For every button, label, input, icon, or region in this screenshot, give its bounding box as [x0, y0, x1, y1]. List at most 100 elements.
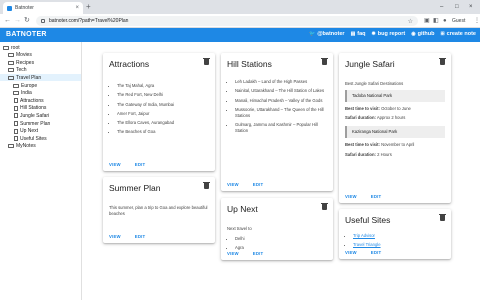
note-icon — [14, 98, 18, 104]
bookmark-star-icon[interactable]: ☆ — [408, 18, 413, 25]
edit-button[interactable]: EDIT — [253, 251, 264, 256]
park-name-box: Kaziranga National Park — [345, 126, 445, 139]
sidebar-item-jungle-safari[interactable]: Jungle Safari — [0, 112, 81, 119]
trash-icon[interactable] — [203, 57, 210, 65]
extensions-icon[interactable]: ▣ — [424, 16, 430, 26]
folder-icon — [8, 53, 14, 58]
sidebar-item-tech[interactable]: Tech — [0, 67, 81, 74]
list-item: The Gateway of India, Mumbai — [117, 102, 209, 108]
twitter-link[interactable]: 🐦 @batnoter — [309, 31, 345, 37]
folder-icon — [8, 68, 14, 73]
reload-icon[interactable]: ↻ — [24, 16, 30, 26]
browser-tab[interactable]: Batnoter × — [3, 2, 83, 14]
minimize-icon[interactable]: – — [440, 2, 443, 12]
view-button[interactable]: VIEW — [345, 250, 357, 255]
duration-label: Safari duration: — [345, 115, 376, 121]
list-item: Nainital, Uttarakhand – The Hill Station… — [235, 88, 327, 94]
card-body: Best Jungle Safari Destinations Tadoba N… — [345, 81, 445, 158]
view-button[interactable]: VIEW — [227, 251, 239, 256]
sidebar-item-movies[interactable]: Movies — [0, 52, 81, 59]
card-actions: VIEW EDIT — [227, 182, 263, 187]
sidebar-item-label: Summer Plan — [20, 120, 51, 127]
header-links: 🐦 @batnoter ▤ faq ✹ bug report ◉ github ⊞ cre… — [309, 31, 476, 37]
create-note-button[interactable]: ⊞ create note — [440, 31, 476, 37]
view-button[interactable]: VIEW — [227, 182, 239, 187]
sidebar-item-europe[interactable]: Europe — [0, 82, 81, 89]
view-button[interactable]: VIEW — [345, 194, 357, 199]
folder-tree: root Movies Recipes Tech Travel Plan Europe In… — [0, 42, 82, 300]
sidebar-item-summer-plan[interactable]: Summer Plan — [0, 120, 81, 127]
sidebar-item-attractions[interactable]: Attractions — [0, 97, 81, 104]
twitter-icon: 🐦 — [308, 31, 316, 37]
card-text: This summer, plan a trip to Goa and expl… — [109, 205, 208, 217]
note-card-attractions: Attractions The Taj Mahal, Agra The Red … — [103, 53, 215, 171]
card-title: Useful Sites — [345, 215, 391, 225]
sidebar-item-mynotes[interactable]: MyNotes — [0, 143, 81, 150]
view-button[interactable]: VIEW — [109, 234, 121, 239]
sidebar-item-label: India — [21, 90, 32, 97]
note-icon — [14, 113, 18, 119]
card-body: The Taj Mahal, Agra The Red Fort, New De… — [109, 83, 209, 139]
list-item: Amer Fort, Jaipur — [117, 111, 209, 117]
folder-icon — [3, 45, 9, 50]
sidebar-item-up-next[interactable]: Up Next — [0, 128, 81, 135]
browser-tabstrip: Batnoter × + – □ × — [0, 0, 480, 14]
trash-icon[interactable] — [203, 181, 210, 189]
card-actions: VIEW EDIT — [227, 251, 263, 256]
back-icon[interactable]: ← — [4, 16, 11, 26]
note-card-summer-plan: Summer Plan This summer, plan a trip to … — [103, 177, 215, 243]
sidebar-item-root[interactable]: root — [0, 44, 81, 51]
github-link[interactable]: ◉ github — [411, 31, 434, 37]
edit-button[interactable]: EDIT — [371, 250, 382, 255]
best-time-label: Best time to visit: — [345, 106, 380, 112]
card-actions: VIEW EDIT — [109, 162, 145, 167]
card-body: Leh Ladakh – Land of the High Passes Nai… — [227, 79, 327, 138]
edit-button[interactable]: EDIT — [371, 194, 382, 199]
create-note-label: create note — [446, 31, 476, 37]
list-item: The Taj Mahal, Agra — [117, 83, 209, 89]
list-item: The Beaches of Goa — [117, 129, 209, 135]
sidebar-item-hill-stations[interactable]: Hill Stations — [0, 105, 81, 112]
bug-report-link[interactable]: ✹ bug report — [372, 31, 406, 37]
forward-icon[interactable]: → — [14, 16, 21, 26]
trash-icon[interactable] — [321, 57, 328, 65]
card-title: Hill Stations — [227, 59, 272, 69]
site-link[interactable]: Travel Triangle — [353, 242, 381, 247]
browser-menu-icon[interactable]: ⋮ — [474, 16, 480, 26]
duration-value: 2 Hours — [377, 151, 392, 157]
bug-report-label: bug report — [377, 31, 406, 37]
best-time-value: November to April — [381, 142, 415, 148]
sidebar-item-travel-plan[interactable]: Travel Plan — [0, 74, 81, 82]
sidebar-item-india[interactable]: India — [0, 90, 81, 97]
site-link[interactable]: Trip Advisor — [353, 233, 375, 238]
address-bar[interactable]: batnoter.com/?path=Travel%20Plan ☆ — [36, 16, 418, 26]
sidebar-item-label: Up Next — [20, 128, 39, 135]
sidepanel-icon[interactable]: ◧ — [433, 16, 439, 26]
sidebar-item-useful-sites[interactable]: Useful Sites — [0, 135, 81, 142]
list-item: The Ellora Caves, Aurangabad — [117, 120, 209, 126]
new-tab-button[interactable]: + — [86, 2, 91, 12]
app-brand[interactable]: BATNOTER — [6, 31, 47, 38]
card-title: Jungle Safari — [345, 59, 395, 69]
sidebar-item-label: Useful Sites — [20, 135, 47, 142]
view-button[interactable]: VIEW — [109, 162, 121, 167]
note-card-up-next: Up Next Next travel to Delhi Agra VIEW E… — [221, 198, 333, 260]
trash-icon[interactable] — [439, 57, 446, 65]
note-card-hill-stations: Hill Stations Leh Ladakh – Land of the H… — [221, 53, 333, 191]
edit-button[interactable]: EDIT — [253, 182, 264, 187]
app-header: BATNOTER 🐦 @batnoter ▤ faq ✹ bug report ◉ gi… — [0, 28, 480, 42]
faq-link[interactable]: ▤ faq — [351, 31, 366, 37]
edit-button[interactable]: EDIT — [135, 162, 146, 167]
sidebar-item-recipes[interactable]: Recipes — [0, 59, 81, 66]
tab-title: Batnoter — [15, 5, 34, 11]
favicon-icon — [7, 5, 12, 11]
edit-button[interactable]: EDIT — [135, 234, 146, 239]
profile-icon[interactable]: ● — [443, 16, 447, 26]
maximize-icon[interactable]: □ — [455, 2, 459, 12]
folder-icon — [13, 83, 19, 88]
close-window-icon[interactable]: × — [469, 2, 473, 12]
trash-icon[interactable] — [321, 202, 328, 210]
close-tab-icon[interactable]: × — [75, 5, 79, 11]
guest-label[interactable]: Guest — [452, 18, 465, 24]
trash-icon[interactable] — [439, 213, 446, 221]
